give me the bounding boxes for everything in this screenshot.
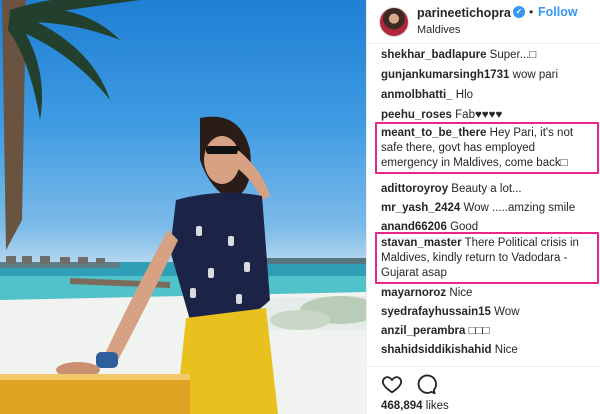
likes-label: likes bbox=[425, 400, 449, 412]
comment-text: Super...□ bbox=[489, 49, 537, 61]
comment-username[interactable]: shahidsiddikishahid bbox=[381, 344, 492, 356]
likes-count[interactable]: 468,894 likes bbox=[381, 400, 449, 412]
comment-username[interactable]: anmolbhatti_ bbox=[381, 89, 453, 101]
comment-username[interactable]: mr_yash_2424 bbox=[381, 202, 460, 214]
comment-text: wow pari bbox=[512, 69, 559, 81]
likes-number: 468,894 bbox=[381, 400, 423, 412]
post-photo[interactable] bbox=[0, 0, 366, 414]
comment-item-highlighted: stavan_master There Political crisis in … bbox=[381, 236, 595, 281]
comment-username[interactable]: meant_to_be_there bbox=[381, 127, 486, 139]
comment-text: Nice bbox=[449, 287, 473, 299]
comment-text: Hlo bbox=[455, 89, 474, 101]
comment-username[interactable]: anzil_perambra bbox=[381, 325, 465, 337]
comment-item: anzil_perambra □□□ bbox=[381, 324, 595, 339]
comment-item: peehu_roses Fab♥♥♥♥ bbox=[381, 108, 595, 123]
comment-username[interactable]: peehu_roses bbox=[381, 109, 452, 121]
comment-item: adittoroyroy Beauty a lot... bbox=[381, 182, 595, 197]
avatar[interactable] bbox=[379, 7, 409, 37]
post-username[interactable]: parineetichopra bbox=[417, 6, 511, 20]
comment-username[interactable]: stavan_master bbox=[381, 237, 462, 249]
comment-icon[interactable] bbox=[415, 373, 437, 395]
comment-username[interactable]: gunjankumarsingh1731 bbox=[381, 69, 509, 81]
post-sidebar: parineetichopra ✓ • Follow Maldives shek… bbox=[366, 0, 600, 414]
post-header: parineetichopra ✓ • Follow Maldives bbox=[367, 0, 600, 44]
post-actions: 468,894 likes bbox=[367, 366, 600, 414]
comment-text: Nice bbox=[494, 344, 518, 356]
comment-text: Beauty a lot... bbox=[451, 183, 522, 195]
comment-text: Wow bbox=[494, 306, 520, 318]
comment-text: Fab♥♥♥♥ bbox=[455, 109, 503, 121]
comment-item: shahidsiddikishahid Nice bbox=[381, 343, 595, 358]
comment-item: shekhar_badlapure Super...□ bbox=[381, 48, 595, 63]
comment-item: gunjankumarsingh1731 wow pari bbox=[381, 68, 595, 83]
comment-username[interactable]: syedrafayhussain15 bbox=[381, 306, 491, 318]
comment-text: Wow .....amzing smile bbox=[463, 202, 576, 214]
comment-username[interactable]: shekhar_badlapure bbox=[381, 49, 486, 61]
post-location[interactable]: Maldives bbox=[417, 24, 460, 36]
follow-button[interactable]: Follow bbox=[538, 5, 578, 19]
comment-item-highlighted: meant_to_be_there Hey Pari, it's not saf… bbox=[381, 126, 595, 171]
comment-username[interactable]: adittoroyroy bbox=[381, 183, 448, 195]
separator-dot: • bbox=[529, 5, 534, 19]
heart-icon[interactable] bbox=[381, 373, 403, 395]
comment-item: mr_yash_2424 Wow .....amzing smile bbox=[381, 201, 595, 216]
photo-scene bbox=[0, 0, 366, 414]
comment-item: anmolbhatti_ Hlo bbox=[381, 88, 595, 103]
comment-text: □□□ bbox=[468, 325, 490, 337]
comment-item: mayarnoroz Nice bbox=[381, 286, 595, 301]
comment-username[interactable]: mayarnoroz bbox=[381, 287, 446, 299]
verified-badge-icon: ✓ bbox=[513, 6, 525, 18]
comment-item: syedrafayhussain15 Wow bbox=[381, 305, 595, 320]
